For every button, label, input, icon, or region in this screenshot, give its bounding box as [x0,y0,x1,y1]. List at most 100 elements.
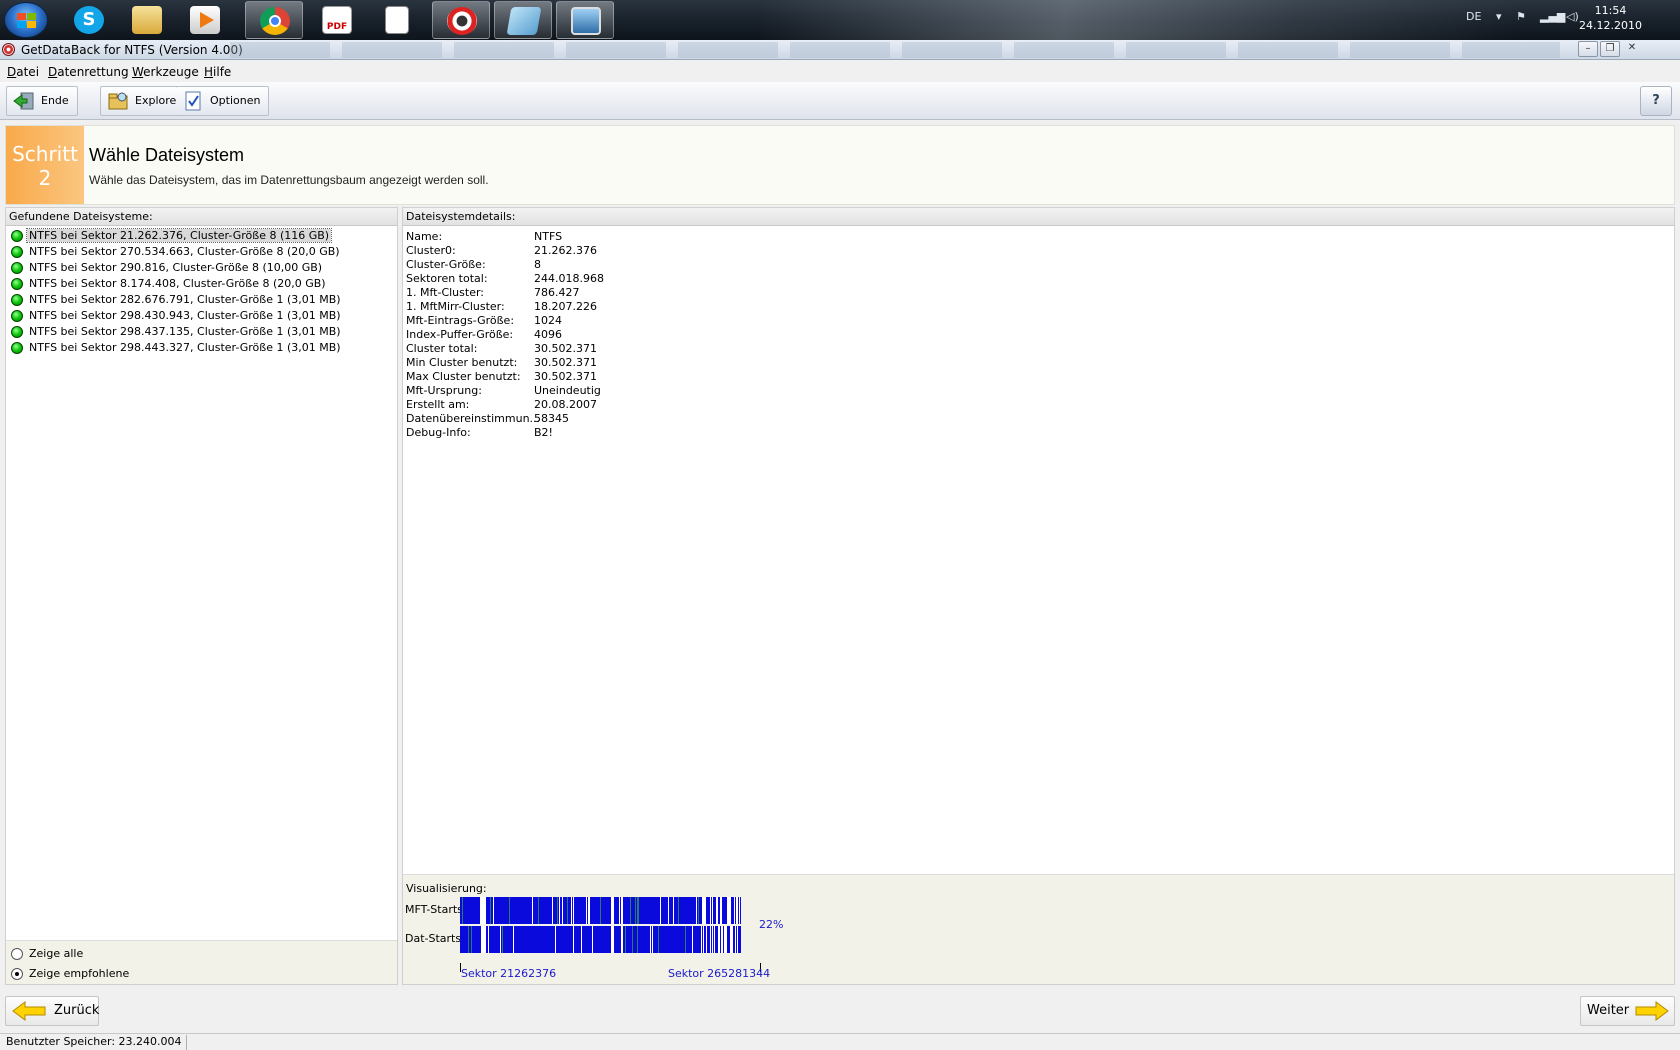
step-badge-number: 2 [38,166,52,190]
bar-stripe [705,897,706,924]
bar-stripe [573,926,574,953]
filesystem-details-header: Dateisystemdetails: [403,208,1674,226]
minimize-button[interactable]: – [1578,41,1598,57]
bar-stripe [509,897,510,924]
filesystem-item[interactable]: NTFS bei Sektor 298.430.943, Cluster-Grö… [6,308,397,324]
bar-stripe [480,897,481,924]
filesystem-item[interactable]: NTFS bei Sektor 298.437.135, Cluster-Grö… [6,324,397,340]
clock-date: 24.12.2010 [1579,19,1642,32]
bar-stripe [637,926,638,953]
media-player-icon [190,6,220,34]
bar-stripe [588,897,589,924]
memory-status: Benutzter Speicher: 23.240.004 [2,1035,187,1050]
clock[interactable]: 11:54 24.12.2010 [1579,3,1642,33]
bar-stripe [567,897,568,924]
skype-icon: S [74,6,104,34]
details-list: Name: NTFS Cluster0: 21.262.376 Cluster-Gr… [406,230,604,440]
bar-stripe [696,897,697,924]
restore-button[interactable]: ❐ [1600,41,1620,57]
window-title: GetDataBack for NTFS (Version 4.00) [21,43,243,57]
menu-datei[interactable]: Datei [7,65,39,79]
bar-stripe [706,926,707,953]
detail-row: Cluster total: 30.502.371 [406,342,597,355]
bar-stripe [481,926,482,953]
step-header: Schritt 2 Wähle Dateisystem Wähle das Da… [5,125,1675,205]
bar-stripe [483,897,484,924]
visualization-label: Visualisierung: [406,882,487,895]
filesystem-item[interactable]: NTFS bei Sektor 21.262.376, Cluster-Größ… [6,228,397,244]
bar-stripe [586,897,587,924]
toolbar: Ende Explorer Optionen ? [0,82,1680,120]
taskbar-chrome[interactable] [245,1,303,39]
back-button[interactable]: Zurück [5,996,99,1026]
filesystem-item[interactable]: NTFS bei Sektor 290.816, Cluster-Größe 8… [6,260,397,276]
chevron-down-icon[interactable]: ▾ [1496,10,1502,23]
arrow-left-icon [12,1001,46,1021]
volume-icon[interactable]: ◁) [1566,10,1579,23]
picture-viewer-icon [571,7,601,35]
options-button[interactable]: Optionen [176,86,270,116]
bar-stripe [702,897,703,924]
bar-stripe [721,897,722,924]
taskbar-media-player[interactable] [176,1,234,39]
menu-bar: Datei Datenrettung Werkzeuge Hilfe [0,61,1680,82]
explorer-button-label: Explorer [135,94,181,107]
exit-button[interactable]: Ende [6,86,78,116]
filesystem-item[interactable]: NTFS bei Sektor 282.676.791, Cluster-Grö… [6,292,397,308]
language-indicator[interactable]: DE [1466,10,1481,23]
detail-row: Datenübereinstimmun...58345 [406,412,569,425]
bar-stripe [592,926,593,953]
bar-stripe [500,926,501,953]
bar-stripe [710,926,711,953]
show-all-radio[interactable]: Zeige alle [11,946,83,962]
close-button[interactable]: ✕ [1622,41,1642,57]
bar-stripe [485,897,486,924]
bar-stripe [483,926,484,953]
step-badge: Schritt 2 [6,126,84,204]
bar-stripe [678,897,679,924]
bar-stripe [712,926,713,953]
taskbar-getdataback[interactable] [432,1,490,39]
filesystem-item[interactable]: NTFS bei Sektor 298.443.327, Cluster-Grö… [6,340,397,356]
bar-stripe [559,897,560,924]
taskbar-notepad[interactable] [368,1,426,39]
explorer-folder-icon [108,92,128,110]
back-button-label: Zurück [54,1003,100,1018]
bar-stripe [701,926,702,953]
next-button[interactable]: Weiter [1580,996,1675,1026]
network-signal-icon[interactable]: ▂▄▆ [1540,10,1565,23]
taskbar-pdf[interactable]: PDF [308,1,366,39]
bar-stripe [589,897,590,924]
sector-end-label: Sektor 265281344 [668,967,771,980]
taskbar-app-picture[interactable] [556,1,614,39]
filesystem-list: NTFS bei Sektor 21.262.376, Cluster-Größ… [6,226,397,356]
taskbar-explorer[interactable] [118,1,176,39]
menu-datenrettung[interactable]: Datenrettung [48,65,129,79]
filesystem-item[interactable]: NTFS bei Sektor 270.534.663, Cluster-Grö… [6,244,397,260]
menu-hilfe[interactable]: Hilfe [204,65,231,79]
detail-row: Debug-Info: B2! [406,426,553,439]
filesystem-item[interactable]: NTFS bei Sektor 8.174.408, Cluster-Größe… [6,276,397,292]
window-title-bar[interactable]: GetDataBack for NTFS (Version 4.00) – ❐ … [0,40,1680,60]
taskbar-skype[interactable]: S [60,1,118,39]
bar-stripe [703,897,704,924]
radio-off-icon [11,948,23,960]
bar-stripe [727,897,728,924]
exit-arrow-icon [13,92,34,110]
bar-stripe [716,897,717,924]
show-recommended-radio[interactable]: Zeige empfohlene [11,966,129,982]
bar-stripe [484,926,485,953]
status-ok-icon [11,310,23,322]
detail-row: Mft-Eintrags-Größe: 1024 [406,314,562,327]
menu-werkzeuge[interactable]: Werkzeuge [132,65,199,79]
help-button[interactable]: ? [1640,86,1672,116]
taskbar-app-blue[interactable] [494,1,552,39]
bar-stripe [619,897,620,924]
start-button[interactable] [4,2,48,38]
action-center-icon[interactable]: ⚑ [1516,10,1526,23]
mft-starts-graph [460,897,741,924]
step-badge-word: Schritt [12,142,78,166]
app-lifebuoy-icon[interactable] [2,43,15,56]
detail-row: Sektoren total: 244.018.968 [406,272,604,285]
bar-stripe [613,897,614,924]
